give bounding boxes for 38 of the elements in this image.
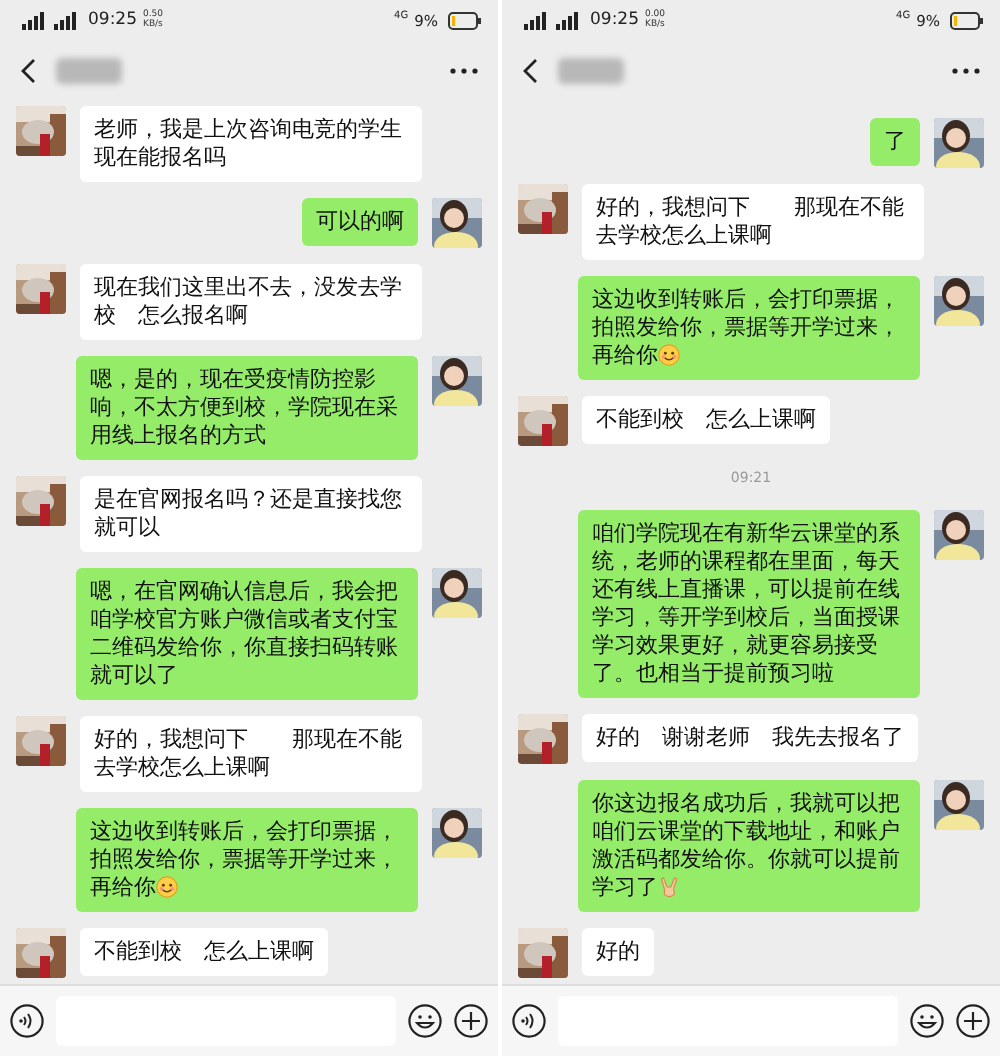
- signal-icon: [524, 11, 584, 29]
- battery-icon: [950, 11, 984, 29]
- message-bubble: 好的，我想问下 那现在不能去学校怎么上课啊: [80, 716, 422, 792]
- message-bubble: 老师，我是上次咨询电竞的学生现在能报名吗: [80, 106, 422, 182]
- plus-icon[interactable]: [454, 1004, 488, 1038]
- signal-icon: [22, 11, 82, 29]
- voice-icon[interactable]: [10, 1004, 44, 1038]
- more-icon[interactable]: [952, 67, 980, 73]
- status-time: 09:25: [88, 10, 137, 30]
- more-icon[interactable]: [450, 67, 478, 73]
- message-bubble: 嗯，在官网确认信息后，我会把咱学校官方账户微信或者支付宝二维码发给你，你直接扫码转账就可以了: [76, 568, 418, 700]
- blurred-contact-name: [558, 57, 624, 83]
- message-bubble: 这边收到转账后，会打印票据，拍照发给你，票据等开学过来，再给你: [578, 276, 920, 380]
- emoji-icon[interactable]: [910, 1004, 944, 1038]
- emoji-icon[interactable]: [408, 1004, 442, 1038]
- message-bubble: 不能到校 怎么上课啊: [80, 928, 328, 976]
- blurred-contact-name: [56, 57, 122, 83]
- victory-hand-icon: [658, 876, 680, 898]
- message-bubble: 了: [870, 118, 920, 166]
- smiley-icon: [156, 876, 178, 898]
- battery-icon: [448, 11, 482, 29]
- message-bubble: 可以的啊: [302, 198, 418, 246]
- message-bubble: 嗯，是的，现在受疫情防控影响，不太方便到校，学院现在采用线上报名的方式: [76, 356, 418, 460]
- message-bubble: 好的: [582, 928, 654, 976]
- message-bubble: 你这边报名成功后，我就可以把咱们云课堂的下载地址，和账户激活码都发给你。你就可以提前学习了: [578, 780, 920, 912]
- message-bubble: 好的 谢谢老师 我先去报名了: [582, 714, 918, 762]
- message-bubble: 好的，我想问下 那现在不能去学校怎么上课啊: [582, 184, 924, 260]
- message-bubble: 咱们学院现在有新华云课堂的系统，老师的课程都在里面，每天还有线上直播课，可以提前在线学习，等开学到校后，当面授课学习效果更好，就更容易接受了。也相当于提前预习啦: [578, 510, 920, 698]
- message-bubble: 现在我们这里出不去，没发去学校 怎么报名啊: [80, 264, 422, 340]
- plus-icon[interactable]: [956, 1004, 990, 1038]
- back-icon[interactable]: [522, 57, 538, 83]
- smiley-icon: [658, 344, 680, 366]
- back-icon[interactable]: [20, 57, 36, 83]
- message-bubble: 不能到校 怎么上课啊: [582, 396, 830, 444]
- voice-icon[interactable]: [512, 1004, 546, 1038]
- message-bubble: 是在官网报名吗？还是直接找您就可以: [80, 476, 422, 552]
- message-bubble: 这边收到转账后，会打印票据，拍照发给你，票据等开学过来，再给你: [76, 808, 418, 912]
- status-time: 09:25: [590, 10, 639, 30]
